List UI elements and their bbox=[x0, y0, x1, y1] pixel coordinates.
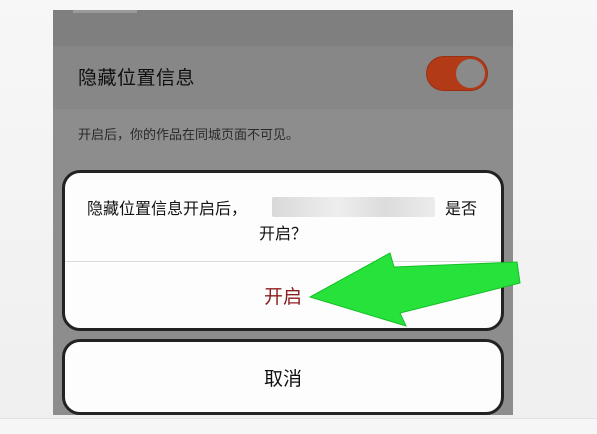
dialog-message-start: 隐藏位置信息开启后， bbox=[87, 199, 248, 218]
redacted-block bbox=[272, 197, 435, 217]
setting-hint-text: 开启后，你的作品在同城页面不可见。 bbox=[78, 128, 300, 143]
cancel-button[interactable]: 取消 bbox=[62, 339, 504, 415]
dialog-message-line2: 开启？ bbox=[258, 224, 307, 243]
hide-location-label: 隐藏位置信息 bbox=[78, 67, 196, 89]
confirm-button[interactable]: 开启 bbox=[65, 262, 501, 328]
toggle-knob bbox=[456, 59, 485, 88]
hide-location-toggle[interactable] bbox=[426, 56, 488, 91]
top-strip-mark bbox=[73, 10, 137, 13]
confirm-dialog: 隐藏位置信息开启后， 是否 开启？ 开启 bbox=[62, 170, 504, 331]
bottom-strip bbox=[0, 418, 597, 434]
hide-location-setting-row[interactable]: 隐藏位置信息 bbox=[53, 46, 513, 109]
top-strip bbox=[53, 10, 513, 46]
dialog-message-end: 是否 bbox=[445, 199, 478, 218]
